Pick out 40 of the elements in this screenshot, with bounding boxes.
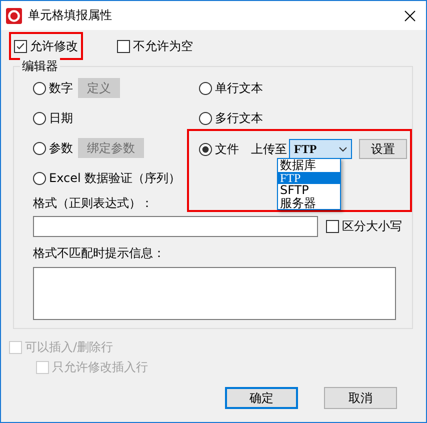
radio-button[interactable] — [199, 112, 212, 124]
group-title: 编辑器 — [20, 58, 60, 75]
radio-label: 日期 — [49, 110, 73, 126]
message-label: 格式不匹配时提示信息： — [33, 246, 165, 260]
dropdown-option[interactable]: 数据库 — [278, 159, 340, 172]
radio-button[interactable] — [33, 142, 46, 154]
checkbox-label: 区分大小写 — [342, 218, 402, 235]
radio-button[interactable] — [33, 112, 46, 124]
dropdown-option[interactable]: FTP — [278, 172, 340, 184]
radio-label: 单行文本 — [215, 80, 263, 96]
radio-label: 文件 — [215, 140, 239, 158]
radio-button[interactable] — [33, 82, 46, 94]
checkbox[interactable] — [14, 40, 27, 52]
radio-button[interactable] — [199, 82, 212, 94]
option-button[interactable]: 设置 — [359, 139, 407, 159]
cancel-button[interactable]: 取消 — [324, 387, 397, 409]
message-field[interactable] — [33, 267, 396, 320]
format-label: 格式（正则表达式）： — [33, 196, 153, 210]
dropdown-option[interactable]: 服务器 — [278, 196, 340, 209]
chevron-icon — [339, 146, 347, 152]
radio-label: Excel 数据验证（序列） — [49, 170, 181, 186]
close-icon[interactable] — [404, 10, 416, 22]
window-title: 单元格填报属性 — [28, 7, 113, 24]
upload-target-dropdown[interactable]: FTP — [289, 139, 352, 159]
dropdown-option[interactable]: SFTP — [278, 184, 340, 196]
checkbox-label: 不允许为空 — [133, 38, 193, 54]
upload-label: 上传至 — [251, 140, 287, 158]
radio-label: 参数 — [49, 140, 73, 156]
checkbox-label: 可以插入/删除行 — [25, 338, 114, 356]
ok-button[interactable]: 确定 — [225, 387, 298, 409]
radio-label: 数字 — [49, 80, 73, 96]
radio-button[interactable] — [33, 172, 46, 184]
checkbox[interactable] — [117, 40, 130, 52]
radio-label: 多行文本 — [215, 110, 263, 126]
checkbox-label: 允许修改 — [30, 38, 78, 54]
checkbox[interactable] — [326, 220, 339, 233]
checkbox-label: 只允许修改插入行 — [52, 359, 148, 376]
input-field[interactable] — [33, 216, 318, 237]
app-icon — [6, 8, 22, 24]
radio-button[interactable] — [199, 142, 212, 156]
